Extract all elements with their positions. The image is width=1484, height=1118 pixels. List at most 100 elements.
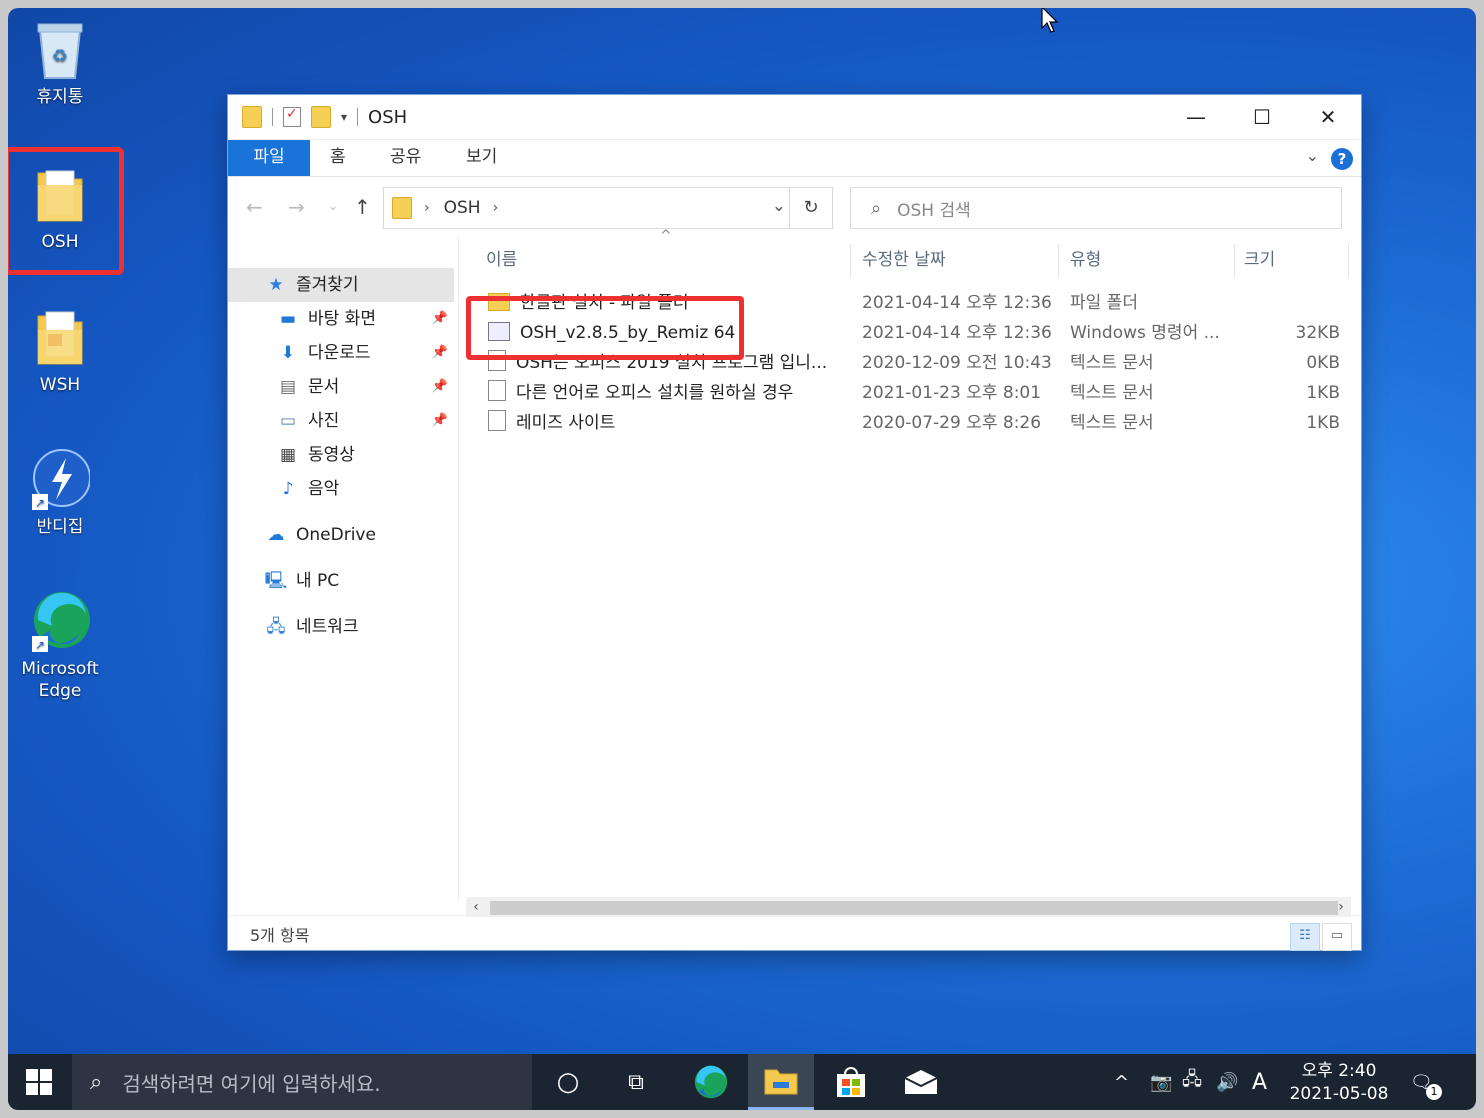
up-button[interactable]: ↑ bbox=[354, 195, 371, 219]
file-row[interactable]: 다른 언어로 오피스 설치를 원하실 경우 2021-01-23 오후 8:01… bbox=[466, 378, 1346, 408]
horizontal-scrollbar[interactable]: ‹ › bbox=[466, 897, 1351, 917]
start-button[interactable] bbox=[8, 1054, 70, 1110]
nav-downloads[interactable]: ⬇ 다운로드 📌 bbox=[228, 336, 454, 370]
expand-ribbon-icon[interactable]: ⌄ bbox=[1306, 146, 1319, 165]
breadcrumb[interactable]: OSH bbox=[444, 198, 481, 218]
camera-icon: 📷 bbox=[1150, 1071, 1173, 1093]
help-icon[interactable]: ? bbox=[1331, 148, 1353, 170]
column-header-size[interactable]: 크기 bbox=[1244, 236, 1344, 284]
address-bar[interactable]: › OSH › ⌄ ↻ bbox=[383, 187, 833, 229]
windows-logo-icon bbox=[26, 1069, 52, 1095]
clock-date: 2021-05-08 bbox=[1289, 1084, 1389, 1104]
nav-this-pc[interactable]: 🖳 내 PC bbox=[228, 564, 454, 598]
refresh-button[interactable]: ↻ bbox=[789, 188, 832, 228]
properties-icon[interactable] bbox=[283, 106, 301, 127]
large-icons-view-button[interactable]: ▭ bbox=[1322, 923, 1352, 951]
show-hidden-icons-button[interactable]: ^ bbox=[1114, 1054, 1129, 1110]
file-size: 1KB bbox=[1306, 383, 1340, 403]
search-box[interactable]: ⌕ OSH 검색 bbox=[850, 187, 1342, 229]
back-button[interactable]: ← bbox=[246, 195, 263, 219]
scroll-left-icon[interactable]: ‹ bbox=[466, 897, 486, 917]
minimize-button[interactable]: — bbox=[1163, 95, 1229, 139]
file-row[interactable]: 레미즈 사이트 2020-07-29 오후 8:26 텍스트 문서 1KB bbox=[466, 408, 1346, 438]
desktop-icon: ▬ bbox=[279, 309, 297, 329]
nav-label: OneDrive bbox=[296, 525, 376, 545]
action-center-button[interactable]: 🗨 1 bbox=[1410, 1054, 1442, 1110]
highlight-box-osh-file bbox=[466, 296, 744, 360]
recent-locations-icon[interactable]: ⌄ bbox=[328, 199, 338, 213]
desktop-icon-bandizip[interactable]: ↗ 반디집 bbox=[10, 448, 110, 538]
file-name-cell: 레미즈 사이트 bbox=[488, 408, 848, 438]
nav-desktop[interactable]: ▬ 바탕 화면 📌 bbox=[228, 302, 454, 336]
customize-dropdown-icon[interactable]: ▾ bbox=[341, 110, 347, 124]
tab-home[interactable]: 홈 bbox=[330, 140, 346, 176]
nav-network[interactable]: 🖧 네트워크 bbox=[228, 610, 454, 644]
file-name: 레미즈 사이트 bbox=[516, 413, 616, 433]
maximize-button[interactable]: ☐ bbox=[1229, 95, 1295, 139]
file-explorer-icon bbox=[764, 1069, 798, 1094]
file-date: 2020-07-29 오후 8:26 bbox=[862, 413, 1042, 433]
nav-label: 즐겨찾기 bbox=[296, 275, 359, 295]
folder-icon bbox=[30, 163, 90, 227]
breadcrumb-separator-icon[interactable]: › bbox=[493, 200, 499, 216]
taskbar-file-explorer[interactable] bbox=[748, 1054, 814, 1110]
scrollbar-thumb[interactable] bbox=[490, 901, 1338, 915]
tab-share[interactable]: 공유 bbox=[390, 140, 421, 176]
desktop-icon-label: 반디집 bbox=[36, 517, 84, 537]
close-button[interactable]: ✕ bbox=[1295, 95, 1361, 139]
column-separator bbox=[1234, 244, 1235, 278]
desktop-icon-wsh[interactable]: WSH bbox=[10, 306, 110, 396]
forward-button[interactable]: → bbox=[288, 195, 305, 219]
mouse-cursor-icon bbox=[1041, 8, 1059, 39]
taskbar-store[interactable] bbox=[818, 1054, 884, 1110]
nav-label: 내 PC bbox=[296, 571, 340, 591]
details-view-button[interactable]: ☷ bbox=[1290, 923, 1320, 951]
search-input[interactable]: OSH 검색 bbox=[897, 196, 971, 221]
column-header-name[interactable]: 이름 bbox=[486, 236, 846, 284]
folder-icon bbox=[392, 197, 412, 219]
taskbar-mail[interactable] bbox=[888, 1054, 954, 1110]
text-file-icon bbox=[488, 410, 506, 431]
taskbar-search-input[interactable]: 검색하려면 여기에 입력하세요. bbox=[122, 1068, 380, 1097]
nav-quick-access[interactable]: ★ 즐겨찾기 bbox=[228, 268, 454, 302]
pin-icon: 📌 bbox=[431, 379, 448, 394]
nav-onedrive[interactable]: ☁ OneDrive bbox=[228, 518, 454, 552]
tray-network[interactable]: 🖧 bbox=[1182, 1054, 1202, 1110]
tray-meet-now[interactable]: 📷 bbox=[1150, 1054, 1172, 1110]
tray-clock[interactable]: 오후 2:40 2021-05-08 bbox=[1284, 1060, 1394, 1106]
nav-label: 바탕 화면 bbox=[308, 309, 376, 329]
file-type: 파일 폴더 bbox=[1070, 293, 1138, 313]
task-view-button[interactable]: ⧉ bbox=[606, 1054, 666, 1110]
navigation-pane: ★ 즐겨찾기 ▬ 바탕 화면 📌 ⬇ 다운로드 📌 ▤ 문서 📌 ▭ 사진 📌 … bbox=[228, 236, 459, 901]
scroll-right-icon[interactable]: › bbox=[1331, 897, 1351, 917]
tray-volume[interactable]: 🔊 bbox=[1216, 1054, 1238, 1110]
desktop-icon-recycle-bin[interactable]: ♻ 휴지통 bbox=[10, 18, 110, 108]
recycle-bin-icon: ♻ bbox=[30, 18, 90, 82]
network-icon: 🖧 bbox=[1182, 1069, 1203, 1090]
status-bar: 5개 항목 ☷ ▭ bbox=[228, 915, 1361, 951]
desktop-icon-label: 휴지통 bbox=[36, 87, 84, 107]
desktop-icon-edge[interactable]: ↗ Microsoft Edge bbox=[10, 590, 110, 702]
search-icon: ⌕ bbox=[871, 197, 882, 219]
column-header-type[interactable]: 유형 bbox=[1070, 236, 1230, 284]
new-folder-icon[interactable] bbox=[311, 106, 331, 128]
nav-label: 문서 bbox=[308, 377, 340, 397]
nav-videos[interactable]: ▦ 동영상 bbox=[228, 438, 454, 472]
nav-documents[interactable]: ▤ 문서 📌 bbox=[228, 370, 454, 404]
address-dropdown-icon[interactable]: ⌄ bbox=[772, 196, 786, 216]
tray-ime[interactable]: A bbox=[1252, 1054, 1267, 1110]
taskbar-edge[interactable] bbox=[678, 1054, 744, 1110]
column-header-date[interactable]: 수정한 날짜 bbox=[862, 236, 1052, 284]
breadcrumb-separator-icon: › bbox=[424, 200, 430, 216]
svg-text:♻: ♻ bbox=[52, 46, 68, 67]
svg-text:↗: ↗ bbox=[35, 496, 45, 510]
taskbar-search-box[interactable]: ⌕ 검색하려면 여기에 입력하세요. bbox=[72, 1054, 532, 1110]
screen: ♻ 휴지통 OSH WSH ↗ 반디집 ↗ Microsoft Edge ✓ ▾… bbox=[8, 8, 1476, 1110]
nav-music[interactable]: ♪ 음악 bbox=[228, 472, 454, 506]
cortana-button[interactable]: ○ bbox=[538, 1054, 598, 1110]
tab-view[interactable]: 보기 bbox=[466, 140, 497, 176]
clock-time: 오후 2:40 bbox=[1301, 1061, 1377, 1081]
nav-pictures[interactable]: ▭ 사진 📌 bbox=[228, 404, 454, 438]
desktop-icon-osh[interactable]: OSH bbox=[10, 163, 110, 253]
tab-file[interactable]: 파일 bbox=[228, 140, 310, 176]
